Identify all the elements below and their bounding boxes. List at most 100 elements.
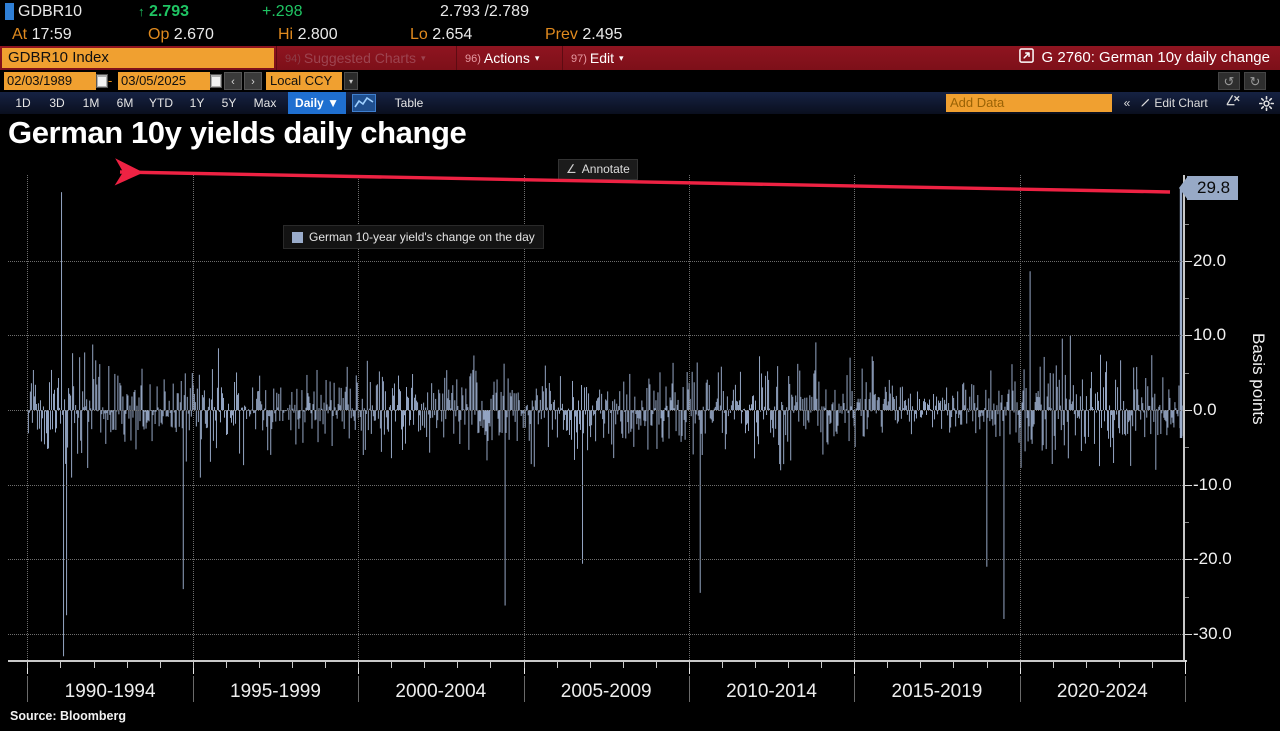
annotate-tool-icon[interactable] bbox=[1226, 92, 1241, 114]
time-label: At bbox=[12, 26, 28, 43]
menu-label: Actions bbox=[483, 50, 530, 66]
quote-row-primary: GDBR10 ↑ 2.793 +.298 2.793 /2.789 bbox=[0, 0, 1280, 23]
time-value: 17:59 bbox=[31, 26, 72, 43]
security-input[interactable]: GDBR10 Index bbox=[2, 48, 274, 68]
time-field: At 17:59 bbox=[12, 23, 72, 46]
x-tick-mark-minor bbox=[126, 660, 128, 668]
y-tick-mark-minor bbox=[1185, 298, 1189, 300]
calendar-icon-end[interactable] bbox=[210, 74, 222, 88]
x-tick-mark bbox=[1185, 660, 1186, 674]
high-value: 2.800 bbox=[297, 26, 338, 43]
gridline-vertical bbox=[192, 175, 194, 660]
quote-row-secondary: At 17:59 Op 2.670 Hi 2.800 Lo 2.654 Prev… bbox=[0, 23, 1280, 46]
x-tick-mark-minor bbox=[655, 660, 657, 668]
menu-suggested-charts[interactable]: 94) Suggested Charts ▾ bbox=[276, 46, 456, 70]
period-button-5y[interactable]: 5Y bbox=[215, 92, 243, 114]
current-value-badge: 29.8 bbox=[1178, 175, 1239, 200]
next-period-button[interactable]: › bbox=[244, 72, 262, 90]
x-tick-mark-minor bbox=[27, 660, 29, 668]
start-date-input[interactable]: 02/03/1989 bbox=[4, 72, 96, 90]
y-tick-mark bbox=[1185, 633, 1192, 635]
period-button-1d[interactable]: 1D bbox=[8, 92, 38, 114]
x-label-separator bbox=[1185, 676, 1186, 702]
x-label-separator bbox=[523, 676, 525, 702]
x-label-separator bbox=[192, 676, 194, 702]
frequency-selector-daily[interactable]: Daily ▼ bbox=[288, 92, 346, 114]
y-tick-mark bbox=[1185, 335, 1192, 337]
menu-number: 94) bbox=[285, 53, 301, 65]
table-view-button[interactable]: Table bbox=[382, 92, 436, 114]
low-value: 2.654 bbox=[432, 26, 473, 43]
quote-bar: GDBR10 ↑ 2.793 +.298 2.793 /2.789 At 17:… bbox=[0, 0, 1280, 46]
y-tick-mark-minor bbox=[1185, 521, 1189, 523]
x-tick-mark-minor bbox=[258, 660, 260, 668]
gear-icon[interactable] bbox=[1258, 95, 1275, 112]
currency-selector[interactable]: Local CCY bbox=[266, 72, 342, 90]
line-chart-icon[interactable] bbox=[352, 94, 376, 112]
export-icon[interactable] bbox=[1018, 47, 1034, 71]
chart-canvas bbox=[8, 175, 1183, 660]
y-tick-label: -30.0 bbox=[1193, 623, 1232, 643]
chart-legend[interactable]: German 10-year yield's change on the day bbox=[283, 225, 544, 249]
chevron-down-icon: ▾ bbox=[420, 53, 426, 63]
add-data-input[interactable]: Add Data bbox=[946, 94, 1112, 112]
end-date-input[interactable]: 03/05/2025 bbox=[118, 72, 210, 90]
legend-label: German 10-year yield's change on the day bbox=[309, 230, 535, 244]
x-tick-mark-minor bbox=[887, 660, 889, 668]
y-tick-mark bbox=[1185, 410, 1192, 412]
x-tick-mark-minor bbox=[721, 660, 723, 668]
x-tick-mark-minor bbox=[490, 660, 492, 668]
x-tick-mark-minor bbox=[159, 660, 161, 668]
period-button-1y[interactable]: 1Y bbox=[183, 92, 211, 114]
gridline-horizontal bbox=[8, 559, 1183, 561]
menu-actions[interactable]: 96) Actions ▾ bbox=[456, 46, 562, 70]
x-tick-mark-minor bbox=[953, 660, 955, 668]
collapse-panel-button[interactable]: « bbox=[1118, 92, 1136, 114]
bid-ask: 2.793 /2.789 bbox=[440, 3, 529, 20]
period-button-max[interactable]: Max bbox=[247, 92, 283, 114]
x-tick-mark-minor bbox=[358, 660, 360, 668]
y-tick-mark bbox=[1185, 484, 1192, 486]
x-tick-mark-minor bbox=[986, 660, 988, 668]
chart-title-text: G 2760: German 10y daily change bbox=[1041, 49, 1270, 66]
chevron-down-icon: ▾ bbox=[619, 53, 624, 63]
prev-period-button[interactable]: ‹ bbox=[224, 72, 242, 90]
annotate-button[interactable]: ∠ Annotate bbox=[558, 159, 638, 180]
x-tick-label: 2005-2009 bbox=[560, 681, 652, 702]
menu-label: Suggested Charts bbox=[303, 50, 416, 66]
x-label-separator bbox=[27, 676, 29, 702]
period-button-6m[interactable]: 6M bbox=[110, 92, 140, 114]
x-tick-mark-minor bbox=[821, 660, 823, 668]
x-tick-mark-minor bbox=[788, 660, 790, 668]
x-tick-mark-minor bbox=[920, 660, 922, 668]
edit-chart-button[interactable]: Edit Chart bbox=[1140, 92, 1208, 114]
undo-button[interactable]: ↺ bbox=[1218, 72, 1240, 90]
date-controls-row: 02/03/1989 - 03/05/2025 ‹ › Local CCY ▾ … bbox=[0, 70, 1280, 92]
chevron-down-icon: ▾ bbox=[534, 53, 540, 63]
period-button-3d[interactable]: 3D bbox=[42, 92, 72, 114]
y-tick-mark bbox=[1185, 260, 1192, 262]
x-tick-label: 2020-2024 bbox=[1056, 681, 1148, 702]
y-tick-label: -20.0 bbox=[1193, 549, 1232, 569]
last-price: ↑ 2.793 bbox=[138, 0, 189, 23]
low-label: Lo bbox=[410, 26, 428, 43]
gridline-horizontal bbox=[8, 335, 1183, 337]
legend-swatch bbox=[292, 231, 303, 243]
prev-value: 2.495 bbox=[582, 26, 623, 43]
x-tick-label: 2010-2014 bbox=[726, 681, 818, 702]
x-tick-mark-minor bbox=[325, 660, 327, 668]
y-axis: 20.0 10.0 0.0 -10.0 -20.0 -30.0 29.8 bbox=[1178, 175, 1245, 660]
gridline-vertical bbox=[854, 175, 856, 660]
redo-button[interactable]: ↻ bbox=[1244, 72, 1266, 90]
menu-edit[interactable]: 97) Edit ▾ bbox=[562, 46, 650, 70]
y-tick-label: 10.0 bbox=[1193, 325, 1227, 345]
chart-plot-area[interactable] bbox=[8, 175, 1185, 660]
period-button-1m[interactable]: 1M bbox=[76, 92, 106, 114]
chevron-down-icon-currency[interactable]: ▾ bbox=[344, 72, 358, 90]
pencil-icon bbox=[1140, 96, 1154, 110]
y-tick-mark-minor bbox=[1185, 447, 1189, 449]
calendar-icon-start[interactable] bbox=[96, 74, 108, 88]
x-tick-mark-minor bbox=[755, 660, 757, 668]
y-tick-mark-minor bbox=[1185, 223, 1189, 225]
period-button-ytd[interactable]: YTD bbox=[144, 92, 178, 114]
